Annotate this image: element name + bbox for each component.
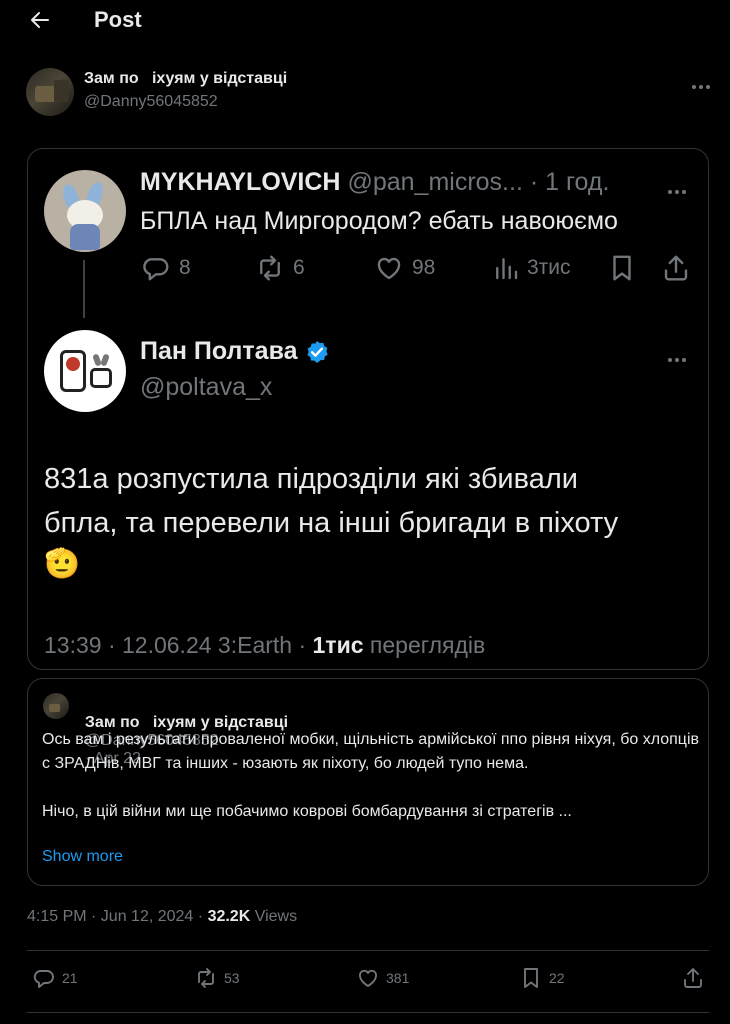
quote-text: Ось вам і результати проваленої мобки, щ… [42, 731, 700, 820]
orig-avatar [44, 170, 126, 252]
repost-count: 53 [224, 970, 240, 986]
post-meta: 4:15 PM · Jun 12, 2024 · 32.2K Views [27, 908, 297, 926]
orig-bookmark-icon [607, 253, 637, 283]
bookmark-count: 22 [549, 970, 565, 986]
show-more-link[interactable]: Show more [42, 848, 123, 866]
more-icon[interactable] [690, 76, 711, 94]
reply-handle: @poltava_x [140, 373, 273, 401]
bookmark-icon [524, 968, 538, 988]
reply-meta: 13:39 · 12.06.24 3:Earth · 1тис перегляд… [44, 632, 486, 658]
orig-repost: 6 [255, 253, 305, 283]
like-count: 381 [386, 970, 410, 986]
author-name[interactable]: Зам по іхуям у відставці [84, 70, 287, 88]
bookmark-button[interactable]: 22 [519, 966, 565, 990]
orig-more-icon [666, 181, 687, 199]
reply-header: Пан Полтава [140, 337, 330, 366]
like-icon [359, 969, 377, 987]
back-arrow-icon[interactable] [28, 8, 52, 32]
repost-button[interactable]: 53 [194, 966, 240, 990]
reply-icon [33, 970, 54, 988]
orig-reply: 8 [141, 253, 191, 283]
share-button[interactable] [681, 966, 705, 990]
orig-text: БПЛА над Миргородом? ебать навоюємо [140, 207, 618, 235]
quote-avatar [43, 693, 69, 719]
reply-more-icon [666, 349, 687, 367]
author-avatar[interactable] [26, 68, 74, 116]
reply-name: Пан Полтава [140, 337, 298, 365]
orig-share-icon [661, 253, 691, 283]
like-icon [377, 257, 401, 280]
divider [27, 950, 709, 951]
salute-emoji: 🫡 [44, 548, 81, 580]
orig-views: 3тис [491, 253, 571, 283]
views-label: Views [254, 908, 298, 925]
reply-avatar [44, 330, 126, 412]
orig-like: 98 [374, 253, 435, 283]
reply-text: 831а розпустила підрозділи які збивали б… [44, 457, 618, 583]
reply-icon [143, 258, 169, 281]
post-timestamp[interactable]: 4:15 PM · Jun 12, 2024 · [27, 908, 203, 925]
author-handle[interactable]: @Danny56045852 [84, 93, 218, 111]
orig-header: MYKHAYLOVICH @pan_micros... · 1 год. [140, 168, 609, 197]
verified-badge-icon [306, 340, 328, 363]
reply-count: 21 [62, 970, 78, 986]
orig-time: · 1 год. [529, 168, 610, 196]
orig-handle: @pan_micros... [347, 168, 523, 196]
views-count: 32.2K [207, 908, 251, 925]
views-icon [496, 258, 518, 280]
orig-name: MYKHAYLOVICH [140, 168, 341, 196]
share-icon [684, 968, 702, 988]
page-title: Post [94, 7, 142, 32]
like-button[interactable]: 381 [356, 966, 409, 990]
reply-button[interactable]: 21 [32, 966, 78, 990]
repost-icon [260, 255, 280, 281]
repost-icon [198, 968, 214, 988]
thread-line [83, 260, 85, 318]
divider-bottom [27, 1012, 709, 1013]
